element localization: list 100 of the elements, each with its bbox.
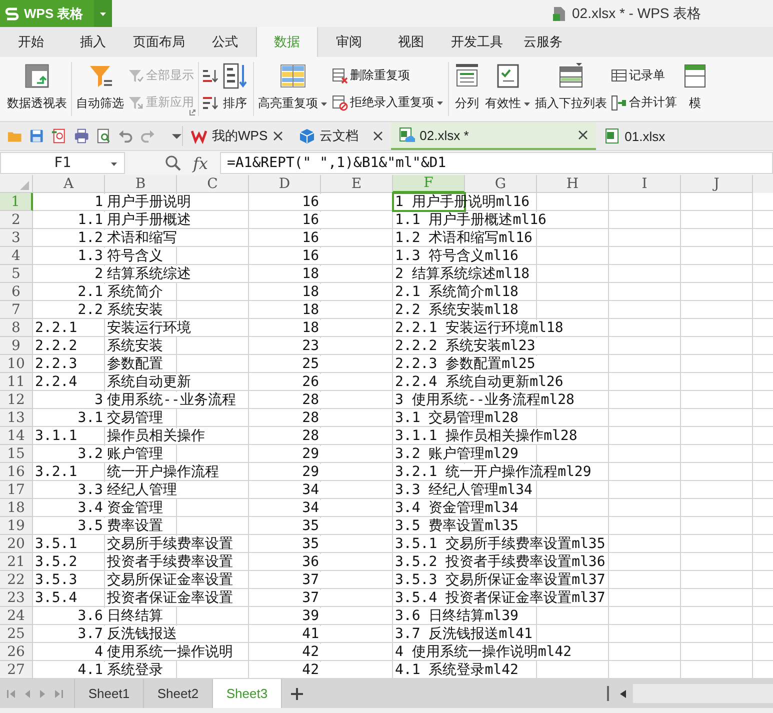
row-header[interactable]: 20 [0,535,33,553]
column-header[interactable]: A [33,175,105,193]
caret-icon [436,98,444,106]
row-header[interactable]: 10 [0,355,33,373]
formula-field[interactable]: =A1&REPT(" ",1)&B1&"ml"&D1 [220,152,773,174]
row-header[interactable]: 18 [0,499,33,517]
ribbon-button[interactable]: 高亮重复项 [257,62,329,116]
column-header[interactable]: C [177,175,249,193]
ribbon-button[interactable]: 删除重复项 [331,67,445,84]
ribbon-button[interactable]: 拒绝录入重复项 [331,94,445,111]
spreadsheet-file-icon [398,127,415,143]
ribbon-button[interactable]: 有效性 [484,62,532,116]
table-cell: 3.7 反洗钱报送ml41 [393,626,534,642]
menu-tab[interactable]: 审阅 [318,27,380,57]
ribbon-button[interactable]: 模 [680,62,710,116]
row-header[interactable]: 19 [0,517,33,535]
row-header[interactable]: 13 [0,409,33,427]
table-cell: 3.5.1 [33,536,80,552]
print-preview-icon[interactable] [96,128,112,144]
sheet-tab[interactable]: Sheet3 [213,679,282,708]
column-header[interactable]: J [681,175,753,193]
dialog-launcher-icon[interactable] [189,109,196,116]
ribbon-button[interactable]: 分列 [452,62,482,116]
row-header[interactable]: 16 [0,463,33,481]
row-header[interactable]: 21 [0,553,33,571]
undo-icon[interactable] [118,128,134,144]
table-cell: 3.5 费率设置ml35 [393,518,520,534]
table-cell: 投资者保证金率设置 [105,590,235,606]
row-header[interactable]: 3 [0,229,33,247]
sheet-tab[interactable]: Sheet1 [75,679,144,708]
sort-ascending-icon[interactable] [202,68,218,84]
filter-icon [128,94,144,110]
row-header[interactable]: 9 [0,337,33,355]
document-tab[interactable]: 云文档 [290,122,391,150]
row-header[interactable]: 15 [0,445,33,463]
menu-tab[interactable]: 公式 [194,27,256,57]
ribbon-button[interactable]: 自动筛选 [75,62,125,116]
scroll-left-icon[interactable] [619,688,627,698]
row-header[interactable]: 26 [0,643,33,661]
sort-descending-icon[interactable] [202,94,218,110]
close-icon[interactable] [372,131,383,141]
menu-tab[interactable]: 开始 [0,27,62,57]
column-header[interactable]: B [105,175,177,193]
table-cell: 2.2.1 安装运行环境ml18 [393,320,566,336]
table-cell: 反洗钱报送 [105,626,179,642]
row-header[interactable]: 4 [0,247,33,265]
column-header[interactable]: I [609,175,681,193]
row-header[interactable]: 25 [0,625,33,643]
row-header[interactable]: 23 [0,589,33,607]
row-header[interactable]: 8 [0,319,33,337]
row-header[interactable]: 7 [0,301,33,319]
table-cell: 3.5.1 交易所手续费率设置ml35 [393,536,608,552]
menu-tab[interactable]: 数据 [256,27,318,57]
row-header[interactable]: 6 [0,283,33,301]
row-header[interactable]: 5 [0,265,33,283]
column-header[interactable]: D [249,175,321,193]
column-header[interactable]: H [537,175,609,193]
close-icon[interactable] [272,131,283,141]
table-cell: 交易管理 [105,410,165,426]
row-header[interactable]: 22 [0,571,33,589]
document-tab[interactable]: 我的WPS [183,122,291,150]
table-cell: 35 [300,518,321,534]
table-cell: 37 [300,572,321,588]
row-header[interactable]: 2 [0,211,33,229]
row-header[interactable]: 14 [0,427,33,445]
table-cell: 符号含义 [105,248,165,264]
save-icon[interactable] [29,128,44,144]
row-header[interactable]: 27 [0,661,33,679]
close-icon[interactable] [578,130,588,140]
ribbon-button[interactable]: 合并计算 [610,94,678,111]
row-header[interactable]: 12 [0,391,33,409]
ribbon-button[interactable]: 数据透视表 [6,62,68,116]
ribbon-button[interactable]: 排序 [220,62,250,116]
highlight-table-icon [279,62,307,90]
table-cell: 3.5.2 投资者手续费率设置ml36 [393,554,608,570]
menu-tab[interactable]: 云服务 [512,27,574,57]
menu-tab[interactable]: 页面布局 [124,27,194,57]
export-icon[interactable] [51,128,67,144]
column-header[interactable]: G [465,175,537,193]
table-cell: 投资者手续费率设置 [105,554,235,570]
search-icon[interactable] [165,155,181,171]
menu-tab[interactable]: 插入 [62,27,124,57]
table-cell: 3.1 [76,410,105,426]
row-header[interactable]: 17 [0,481,33,499]
insert-function-button[interactable]: fx [189,154,212,172]
menu-tab[interactable]: 开发工具 [442,27,512,57]
column-header[interactable]: E [321,175,393,193]
menu-tab[interactable]: 视图 [380,27,442,57]
ribbon-button[interactable]: 记录单 [610,67,678,84]
table-cell: 2 结算系统综述ml18 [393,266,532,282]
name-box[interactable]: F1 [0,152,125,174]
row-header[interactable]: 24 [0,607,33,625]
document-tab[interactable]: 02.xlsx * [390,122,596,150]
add-sheet-icon[interactable] [290,686,304,700]
row-header[interactable]: 11 [0,373,33,391]
table-cell: 3.5.4 [33,590,80,606]
print-icon[interactable] [74,128,89,144]
document-tab[interactable]: 01.xlsx [596,122,696,150]
ribbon-button[interactable]: 插入下拉列表 [534,62,608,116]
table-cell: 用户手册说明 [105,194,193,210]
